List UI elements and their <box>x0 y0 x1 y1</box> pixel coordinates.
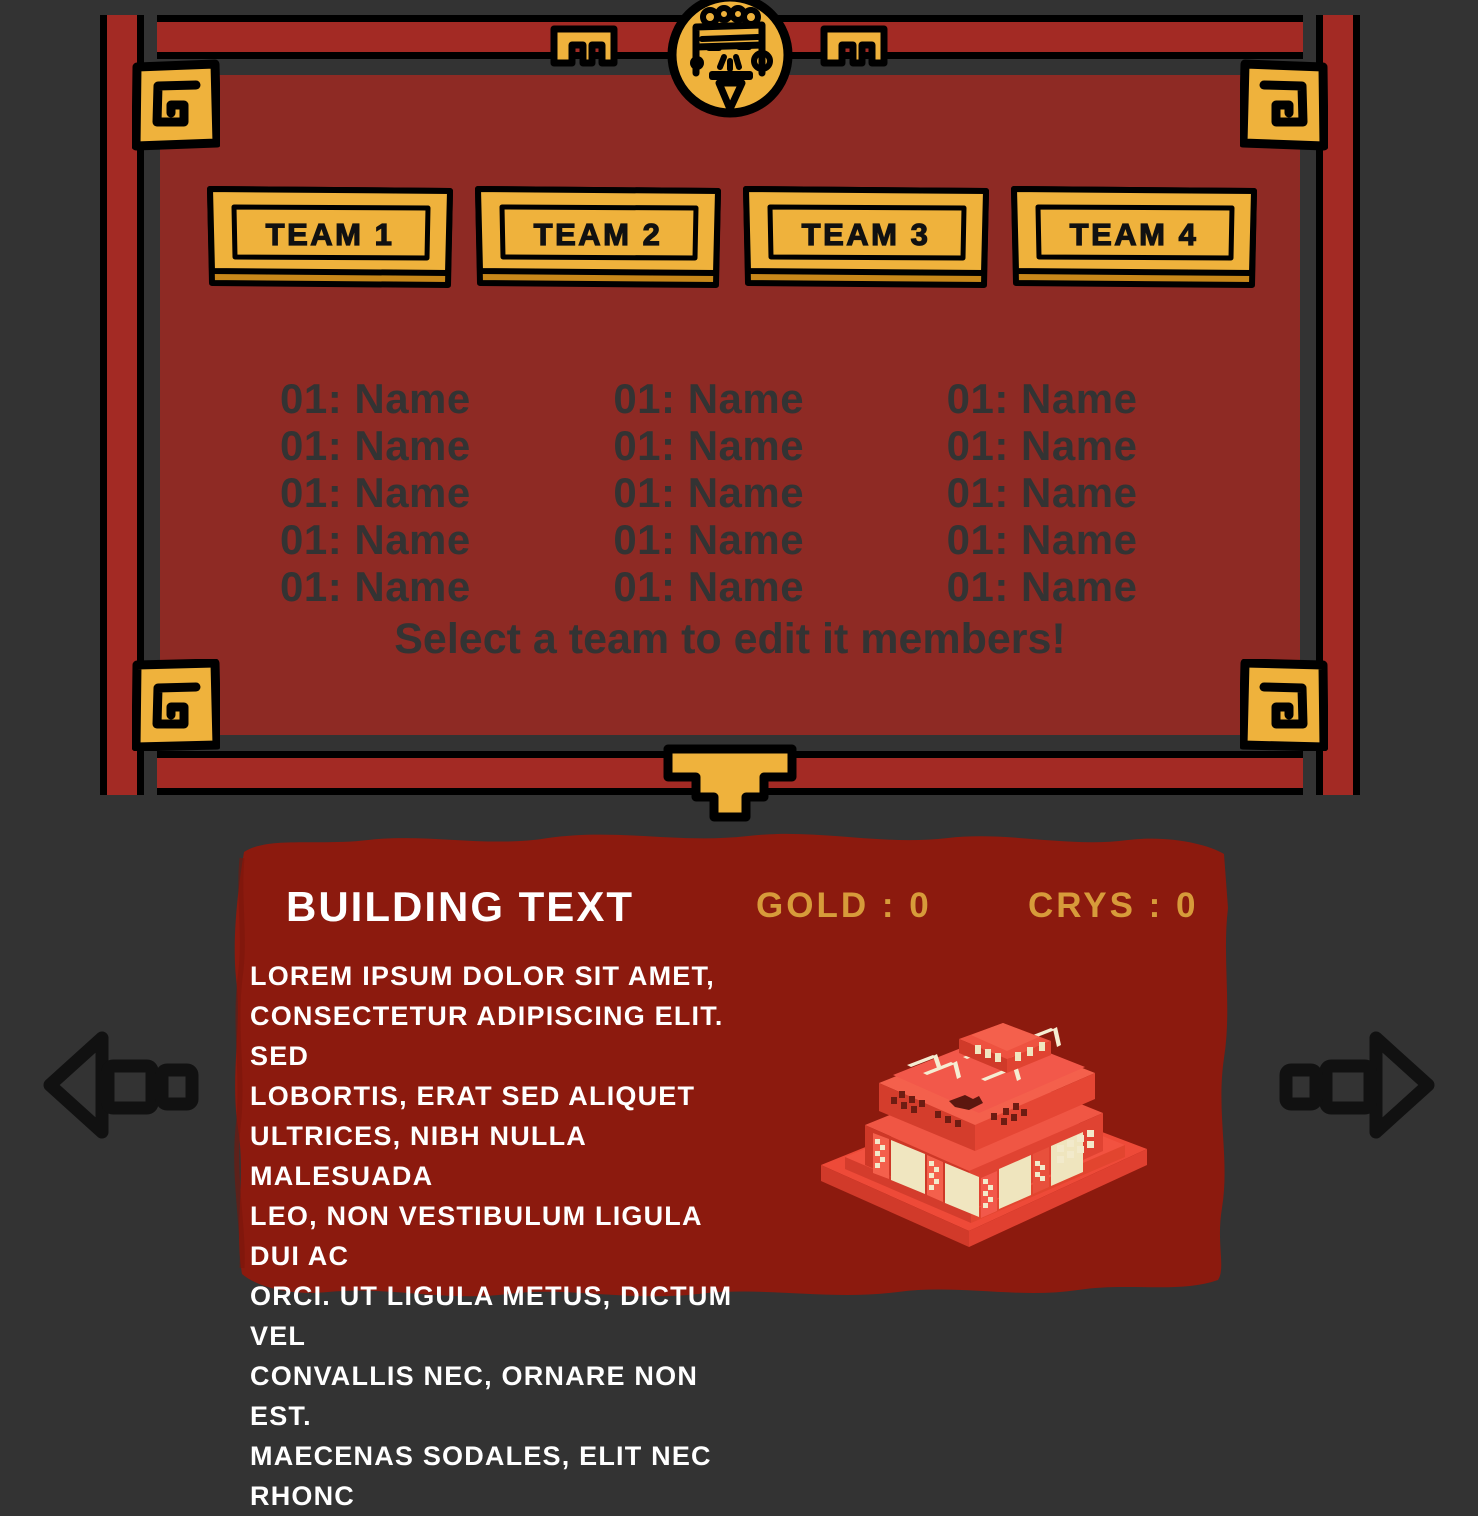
tab-team-1-label: TEAM 1 <box>265 216 395 252</box>
member-slot[interactable]: 01: Name <box>280 469 613 516</box>
tab-team-3[interactable]: TEAM 3 <box>742 185 990 290</box>
tab-team-4-label: TEAM 4 <box>1069 216 1199 252</box>
corner-spiral-top-right-icon <box>1240 59 1328 151</box>
arrow-left-icon[interactable] <box>40 1030 200 1140</box>
corner-spiral-bottom-right-icon <box>1240 659 1328 751</box>
building-panel-content: BUILDING TEXT GOLD : 0 CRYS : 0 LOREM IP… <box>228 828 1238 1511</box>
member-slot[interactable]: 01: Name <box>613 422 946 469</box>
member-slot[interactable]: 01: Name <box>613 375 946 422</box>
tab-team-2[interactable]: TEAM 2 <box>474 185 722 290</box>
aztec-face-emblem-icon <box>666 0 794 119</box>
team-tab-row: TEAM 1 TEAM 2 TEAM 3 TEAM 4 <box>206 185 1258 295</box>
building-title: BUILDING TEXT <box>286 883 634 930</box>
member-slot[interactable]: 01: Name <box>947 422 1280 469</box>
member-slot[interactable]: 01: Name <box>613 516 946 563</box>
building-info-panel: BUILDING TEXT GOLD : 0 CRYS : 0 LOREM IP… <box>228 828 1238 1511</box>
crenellation-right-icon <box>820 23 888 67</box>
corner-spiral-bottom-left-icon <box>132 659 220 751</box>
gold-counter: GOLD : 0 <box>756 886 932 925</box>
member-slot[interactable]: 01: Name <box>947 375 1280 422</box>
aztec-temple-building-icon <box>803 953 1163 1263</box>
member-slot[interactable]: 01: Name <box>947 469 1280 516</box>
member-list: 01: Name 01: Name 01: Name 01: Name 01: … <box>280 375 1280 610</box>
tab-team-1[interactable]: TEAM 1 <box>206 185 454 290</box>
panel-bottom-tab[interactable] <box>660 743 800 823</box>
member-slot[interactable]: 01: Name <box>613 469 946 516</box>
arrow-right-icon[interactable] <box>1278 1030 1438 1140</box>
tab-team-3-label: TEAM 3 <box>801 216 931 252</box>
corner-spiral-top-left-icon <box>132 59 220 151</box>
tab-team-2-label: TEAM 2 <box>533 216 663 252</box>
member-slot[interactable]: 01: Name <box>280 375 613 422</box>
crenellation-left-icon <box>550 23 618 67</box>
member-slot[interactable]: 01: Name <box>280 516 613 563</box>
member-slot[interactable]: 01: Name <box>947 563 1280 610</box>
member-slot[interactable]: 01: Name <box>613 563 946 610</box>
member-slot[interactable]: 01: Name <box>280 563 613 610</box>
building-description: LOREM IPSUM DOLOR SIT AMET, CONSECTETUR … <box>250 961 733 1511</box>
member-slot[interactable]: 01: Name <box>280 422 613 469</box>
crystal-counter: CRYS : 0 <box>1028 886 1199 925</box>
screen-root: TEAM 1 TEAM 2 TEAM 3 TEAM 4 01: Name 01:… <box>0 0 1478 1511</box>
member-slot[interactable]: 01: Name <box>947 516 1280 563</box>
team-select-hint: Select a team to edit it members! <box>394 615 1066 663</box>
team-select-panel: TEAM 1 TEAM 2 TEAM 3 TEAM 4 01: Name 01:… <box>100 0 1360 822</box>
tab-team-4[interactable]: TEAM 4 <box>1010 185 1258 290</box>
